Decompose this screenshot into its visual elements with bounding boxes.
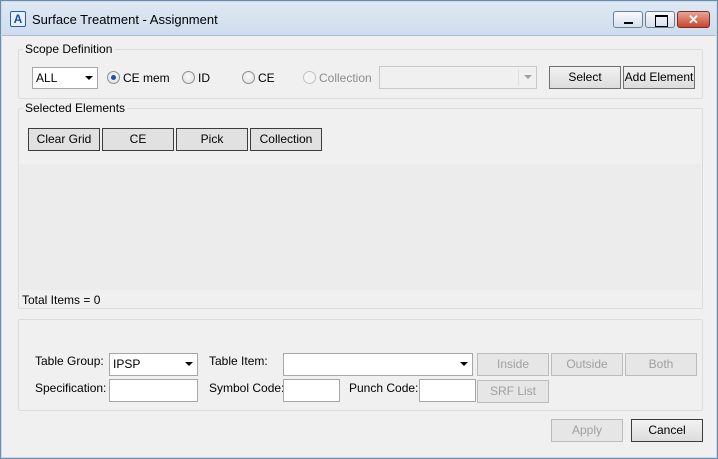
radio-indicator-selected: [107, 71, 120, 84]
minimize-icon: [614, 12, 642, 27]
clear-grid-button[interactable]: Clear Grid: [28, 128, 100, 151]
apply-button[interactable]: Apply: [551, 419, 623, 442]
symbol-code-label: Symbol Code:: [209, 381, 285, 395]
table-group-dropdown[interactable]: IPSP: [109, 353, 198, 376]
window-title: Surface Treatment - Assignment: [32, 12, 218, 27]
dialog-window: A Surface Treatment - Assignment ✕ Scope…: [0, 0, 718, 459]
select-button[interactable]: Select: [549, 66, 621, 89]
title-bar[interactable]: A Surface Treatment - Assignment ✕: [2, 2, 716, 36]
total-items-label: Total Items = 0: [22, 293, 101, 307]
table-item-label: Table Item:: [209, 354, 268, 368]
close-icon: ✕: [688, 12, 699, 27]
pick-button[interactable]: Pick: [176, 128, 248, 151]
chevron-down-icon: [460, 362, 468, 366]
outside-button[interactable]: Outside: [551, 353, 623, 376]
radio-collection-label: Collection: [319, 71, 372, 85]
punch-code-field[interactable]: [419, 379, 476, 402]
both-button[interactable]: Both: [625, 353, 697, 376]
punch-code-label: Punch Code:: [349, 381, 419, 395]
combo-divider: [518, 69, 519, 86]
radio-id[interactable]: ID: [182, 70, 222, 86]
radio-collection[interactable]: Collection: [303, 70, 373, 86]
table-group-value: IPSP: [113, 357, 141, 371]
radio-ce-mem[interactable]: CE mem: [107, 70, 170, 86]
cancel-button[interactable]: Cancel: [631, 419, 703, 442]
specification-label: Specification:: [35, 381, 107, 395]
table-item-dropdown[interactable]: [283, 353, 473, 376]
radio-ce-mem-label: CE mem: [123, 71, 170, 85]
add-element-button[interactable]: Add Element: [623, 66, 695, 89]
selected-elements-grid[interactable]: [20, 164, 701, 290]
collection-dropdown[interactable]: [379, 66, 537, 89]
symbol-code-field[interactable]: [283, 379, 340, 402]
radio-indicator: [182, 71, 195, 84]
collection-button[interactable]: Collection: [250, 128, 322, 151]
scope-definition-legend: Scope Definition: [23, 42, 115, 56]
app-logo-icon: A: [10, 11, 26, 27]
maximize-icon: [646, 12, 674, 27]
minimize-button[interactable]: [613, 11, 643, 28]
scope-dropdown-value: ALL: [36, 71, 58, 85]
chevron-down-icon: [85, 76, 93, 80]
chevron-down-icon: [185, 362, 193, 366]
radio-id-label: ID: [198, 71, 210, 85]
inside-button[interactable]: Inside: [477, 353, 549, 376]
specification-field[interactable]: [109, 379, 198, 402]
ce-button[interactable]: CE: [102, 128, 174, 151]
chevron-down-icon: [524, 75, 532, 79]
radio-ce-label: CE: [258, 71, 275, 85]
radio-indicator: [303, 71, 316, 84]
scope-dropdown[interactable]: ALL: [32, 67, 98, 89]
selected-elements-legend: Selected Elements: [23, 101, 128, 115]
radio-indicator: [242, 71, 255, 84]
radio-ce[interactable]: CE: [242, 70, 282, 86]
maximize-button[interactable]: [645, 11, 675, 28]
table-group-label: Table Group:: [35, 354, 104, 368]
srf-list-button[interactable]: SRF List: [477, 380, 549, 403]
close-button[interactable]: ✕: [677, 11, 710, 28]
